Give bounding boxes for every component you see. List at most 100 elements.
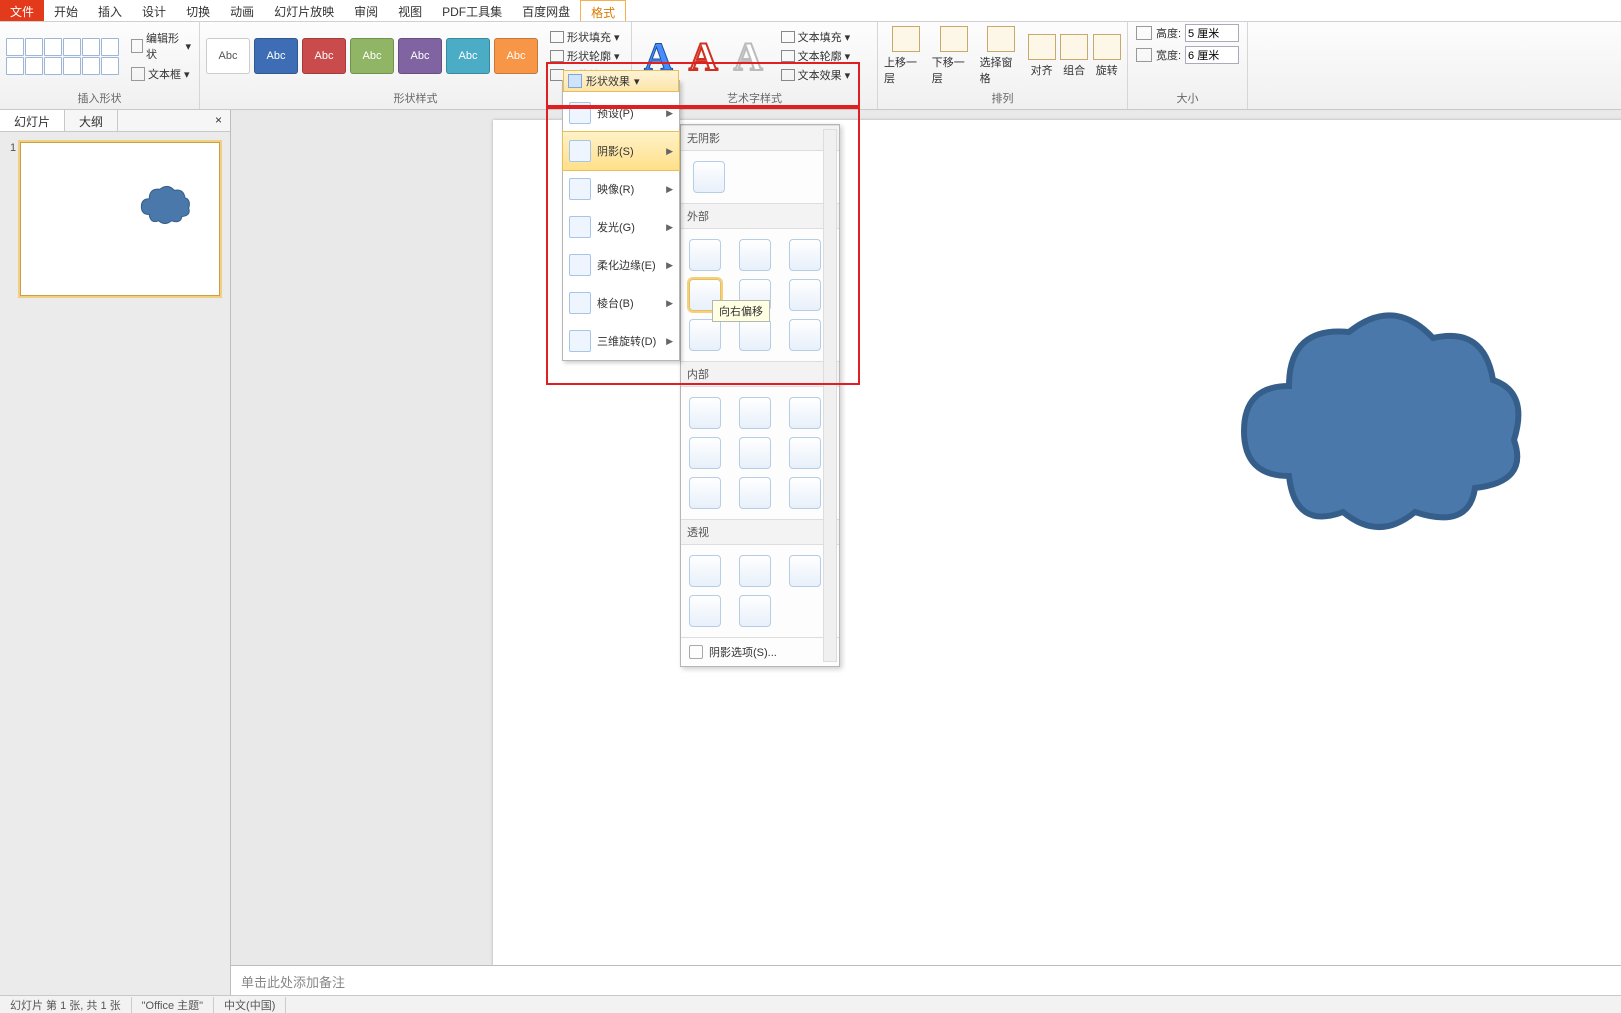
shape-outline-button[interactable]: 形状轮廓 ▾ (548, 47, 622, 65)
effects-icon (568, 74, 582, 88)
tab-design[interactable]: 设计 (132, 0, 176, 21)
style-swatch[interactable]: Abc (206, 38, 250, 74)
shadow-none[interactable] (693, 161, 725, 193)
shadow-option[interactable] (739, 555, 771, 587)
selection-pane-button[interactable]: 选择窗格 (980, 26, 1024, 86)
shadow-option[interactable] (689, 319, 721, 351)
width-input[interactable] (1185, 46, 1239, 64)
close-panel-button[interactable]: × (207, 110, 230, 131)
style-swatch[interactable]: Abc (350, 38, 394, 74)
shadow-option[interactable] (689, 437, 721, 469)
height-input[interactable] (1185, 24, 1239, 42)
shadow-option[interactable] (789, 477, 821, 509)
height-label: 高度: (1156, 25, 1181, 41)
edit-shape-button[interactable]: 编辑形状 ▾ (129, 29, 193, 63)
tab-pdf[interactable]: PDF工具集 (432, 0, 512, 21)
status-slide: 幻灯片 第 1 张, 共 1 张 (0, 997, 132, 1013)
width-icon (1136, 48, 1152, 62)
tab-baidu[interactable]: 百度网盘 (512, 0, 580, 21)
shadow-option[interactable] (739, 319, 771, 351)
shadow-option[interactable] (739, 595, 771, 627)
tab-outline[interactable]: 大纲 (65, 110, 118, 131)
section-none: 无阴影 (681, 125, 839, 151)
style-swatch[interactable]: Abc (254, 38, 298, 74)
send-backward-button[interactable]: 下移一层 (932, 26, 976, 86)
style-swatch[interactable]: Abc (398, 38, 442, 74)
tab-slideshow[interactable]: 幻灯片放映 (264, 0, 344, 21)
notes-placeholder[interactable]: 单击此处添加备注 (231, 965, 1621, 995)
shadow-option[interactable] (739, 397, 771, 429)
group-insert-shapes: 编辑形状 ▾ 文本框 ▾ 插入形状 (0, 22, 200, 109)
gallery-scrollbar[interactable] (823, 129, 837, 662)
cloud-shape[interactable] (1219, 296, 1539, 536)
text-effects-button[interactable]: 文本效果 ▾ (779, 66, 853, 84)
shadow-option[interactable] (739, 239, 771, 271)
align-button[interactable]: 对齐 (1027, 34, 1056, 78)
tab-slides[interactable]: 幻灯片 (0, 110, 65, 131)
selection-pane-icon (987, 26, 1015, 52)
tab-animations[interactable]: 动画 (220, 0, 264, 21)
text-fill-button[interactable]: 文本填充 ▾ (779, 28, 853, 46)
shape-gallery[interactable] (6, 38, 119, 75)
fx-preset[interactable]: 预设(P)▶ (563, 94, 679, 132)
rotate-icon (1093, 34, 1121, 60)
fx-shadow[interactable]: 阴影(S)▶ (562, 131, 680, 171)
paw-icon (1551, 797, 1591, 833)
shadow-option[interactable] (689, 555, 721, 587)
text-box-button[interactable]: 文本框 ▾ (129, 65, 193, 83)
fx-3d-rotation[interactable]: 三维旋转(D)▶ (563, 322, 679, 360)
group-arrange: 上移一层 下移一层 选择窗格 对齐 组合 旋转 排列 (878, 22, 1128, 109)
align-icon (1028, 34, 1056, 60)
slide-thumbnail[interactable] (20, 142, 220, 296)
shadow-option[interactable] (789, 555, 821, 587)
section-outer: 外部 (681, 203, 839, 229)
shadow-option[interactable] (739, 477, 771, 509)
tab-review[interactable]: 审阅 (344, 0, 388, 21)
fx-soft-edges[interactable]: 柔化边缘(E)▶ (563, 246, 679, 284)
options-icon (689, 645, 703, 659)
tab-home[interactable]: 开始 (44, 0, 88, 21)
group-button[interactable]: 组合 (1060, 34, 1089, 78)
slide-stage[interactable]: Baidu 经验 jingyan.baidu.com (231, 110, 1621, 965)
shadow-option[interactable] (789, 397, 821, 429)
tab-file[interactable]: 文件 (0, 0, 44, 21)
shadow-option[interactable] (739, 437, 771, 469)
status-theme: "Office 主题" (132, 997, 214, 1013)
shape-fill-button[interactable]: 形状填充 ▾ (548, 28, 622, 46)
group-label: 插入形状 (6, 88, 193, 109)
wordart-preset[interactable]: A (728, 33, 769, 80)
group-icon (1060, 34, 1088, 60)
shadow-option[interactable] (789, 239, 821, 271)
style-swatch[interactable]: Abc (494, 38, 538, 74)
fx-reflection[interactable]: 映像(R)▶ (563, 170, 679, 208)
shadow-gallery: 无阴影 外部 内部 透视 阴影选项(S)... (680, 124, 840, 667)
tab-insert[interactable]: 插入 (88, 0, 132, 21)
fx-glow[interactable]: 发光(G)▶ (563, 208, 679, 246)
shadow-option[interactable] (689, 477, 721, 509)
shadow-option[interactable] (689, 595, 721, 627)
shadow-option[interactable] (689, 239, 721, 271)
tab-transitions[interactable]: 切换 (176, 0, 220, 21)
shadow-option[interactable] (689, 397, 721, 429)
shadow-options-button[interactable]: 阴影选项(S)... (681, 637, 839, 666)
status-lang[interactable]: 中文(中国) (214, 997, 286, 1013)
text-outline-button[interactable]: 文本轮廓 ▾ (779, 47, 853, 65)
wordart-preset[interactable]: A (683, 33, 724, 80)
canvas-area: Baidu 经验 jingyan.baidu.com 单击此处添加备注 (231, 110, 1621, 995)
shadow-option[interactable] (789, 437, 821, 469)
style-swatch[interactable]: Abc (302, 38, 346, 74)
shadow-tooltip: 向右偏移 (712, 300, 770, 322)
tab-format[interactable]: 格式 (580, 0, 626, 21)
glow-icon (569, 216, 591, 238)
shadow-option[interactable] (789, 319, 821, 351)
fx-bevel[interactable]: 棱台(B)▶ (563, 284, 679, 322)
tab-view[interactable]: 视图 (388, 0, 432, 21)
rotate-button[interactable]: 旋转 (1092, 34, 1121, 78)
text-box-icon (131, 67, 145, 81)
bring-forward-button[interactable]: 上移一层 (884, 26, 928, 86)
text-outline-icon (781, 50, 795, 62)
effects-header[interactable]: 形状效果 ▾ (563, 70, 679, 92)
width-label: 宽度: (1156, 47, 1181, 63)
style-swatch[interactable]: Abc (446, 38, 490, 74)
shadow-option[interactable] (789, 279, 821, 311)
